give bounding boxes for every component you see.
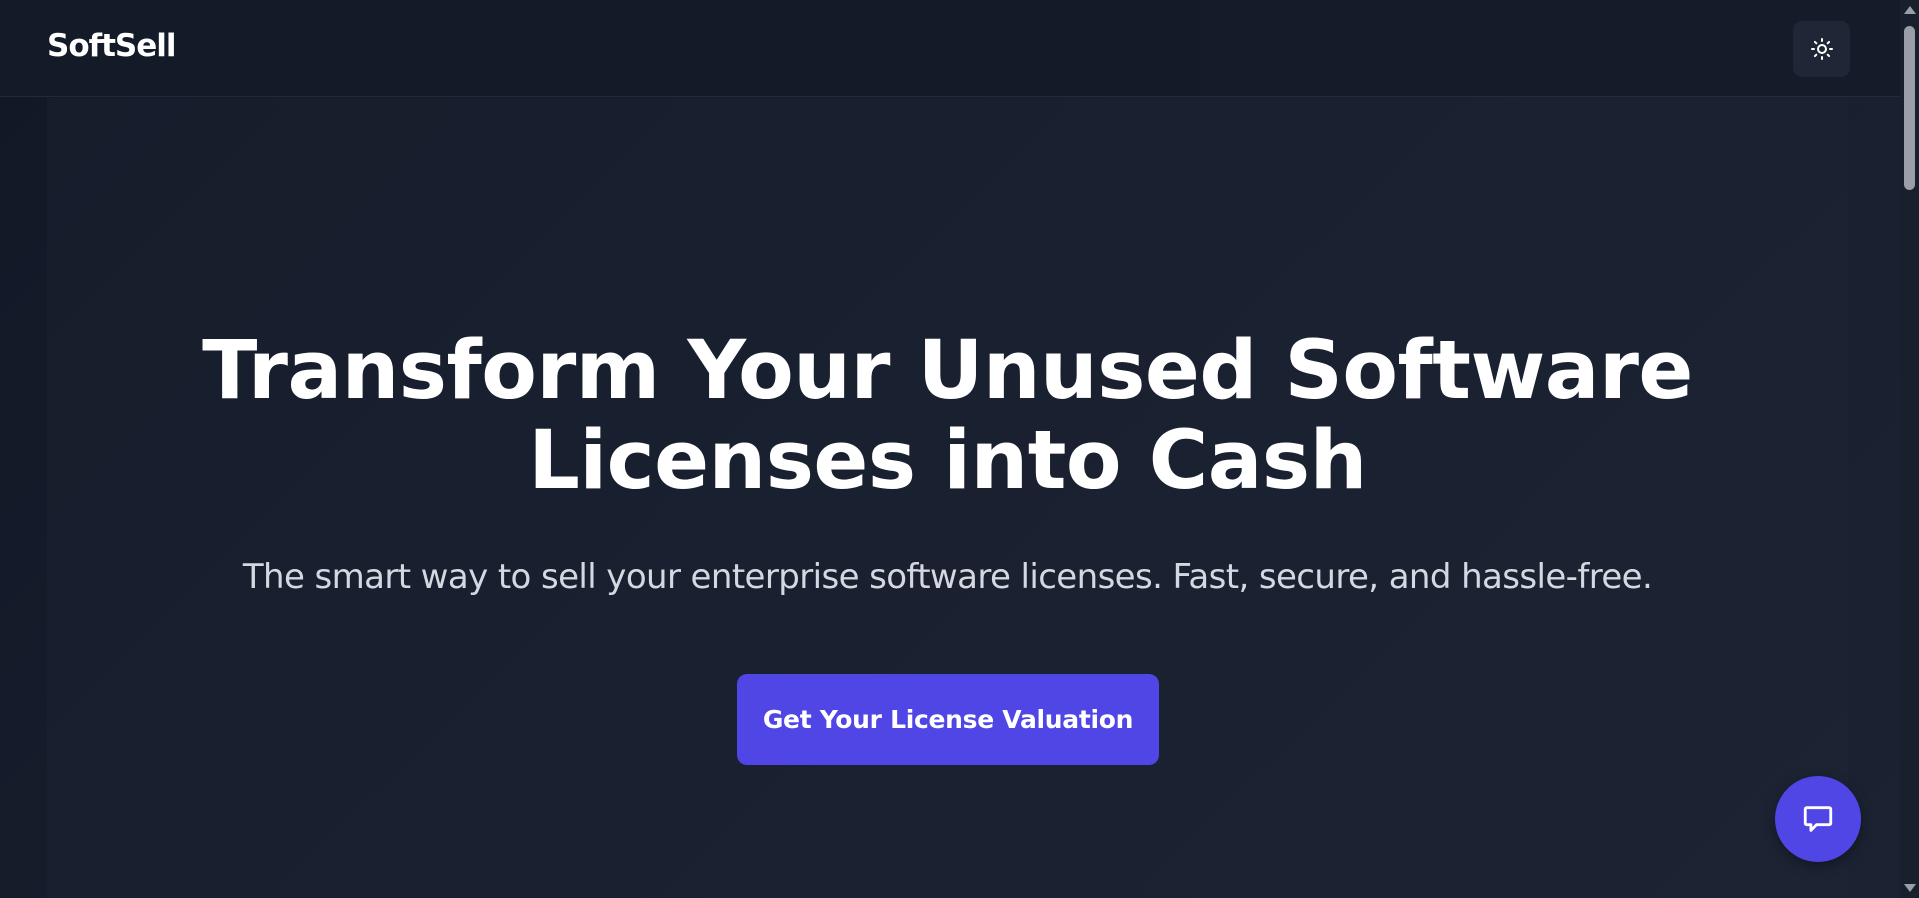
scroll-down-arrow-icon[interactable] xyxy=(1904,884,1916,892)
hero-title-line-2: Licenses into Cash xyxy=(528,414,1367,508)
hero-title-line-1: Transform Your Unused Software xyxy=(202,324,1693,418)
logo[interactable]: SoftSell xyxy=(47,31,177,62)
chat-button[interactable] xyxy=(1775,776,1861,862)
navbar: SoftSell xyxy=(0,0,1900,97)
hero-subtitle: The smart way to sell your enterprise so… xyxy=(242,557,1653,597)
hero-section: Transform Your Unused Software Licenses … xyxy=(47,98,1848,898)
scrollbar-thumb[interactable] xyxy=(1904,26,1915,190)
hero-title: Transform Your Unused Software Licenses … xyxy=(47,326,1848,506)
sun-icon xyxy=(1810,37,1834,61)
page: SoftSell Transform Your Unused Software xyxy=(0,0,1900,898)
vertical-scrollbar[interactable] xyxy=(1900,0,1919,898)
chat-bubble-icon xyxy=(1801,802,1835,836)
theme-toggle-button[interactable] xyxy=(1793,21,1850,77)
get-license-valuation-button[interactable]: Get Your License Valuation xyxy=(737,674,1159,765)
scroll-up-arrow-icon[interactable] xyxy=(1904,6,1916,14)
